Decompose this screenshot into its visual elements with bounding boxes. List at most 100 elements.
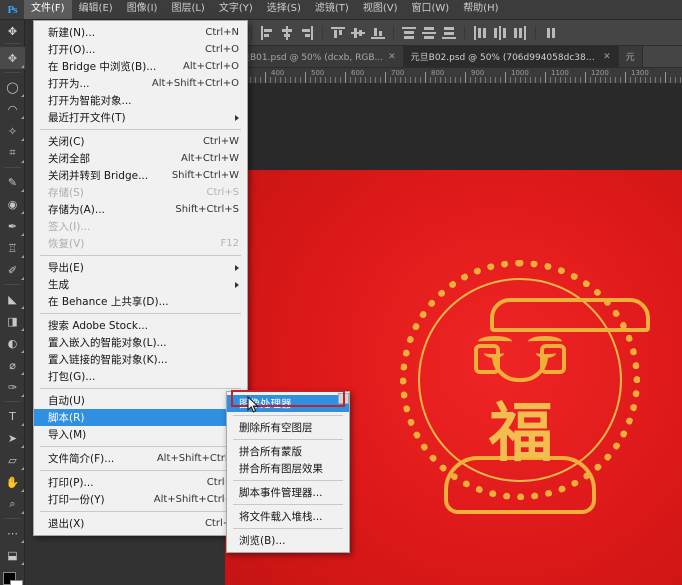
submenu-scroll-cap[interactable]: [338, 393, 349, 404]
file-menu-item[interactable]: 导入(M): [34, 426, 247, 443]
script-submenu-item[interactable]: 浏览(B)...: [227, 532, 349, 549]
file-menu-item[interactable]: 脚本(R): [34, 409, 247, 426]
script-submenu-item[interactable]: 拼合所有蒙版: [227, 443, 349, 460]
file-menu-item[interactable]: 置入嵌入的智能对象(L)...: [34, 334, 247, 351]
brush-tool[interactable]: ✒: [0, 215, 25, 237]
align-left-edges-icon[interactable]: [260, 26, 274, 40]
align-top-edges-icon[interactable]: [331, 26, 345, 40]
crop-tool[interactable]: ⌗: [0, 142, 25, 164]
file-menu-item[interactable]: 置入链接的智能对象(K)...: [34, 351, 247, 368]
align-vertical-centers-icon[interactable]: [351, 26, 365, 40]
path-selection-tool[interactable]: ➤: [0, 427, 25, 449]
file-menu-item[interactable]: 打包(G)...: [34, 368, 247, 385]
file-menu-item[interactable]: 新建(N)...Ctrl+N: [34, 24, 247, 41]
ruler-tick: [290, 77, 291, 83]
file-menu-item[interactable]: 在 Behance 上共享(D)...: [34, 293, 247, 310]
distribute-vertical-centers-icon[interactable]: [422, 26, 436, 40]
file-menu-item[interactable]: 退出(X)Ctrl+Q: [34, 515, 247, 532]
hand-tool[interactable]: ✋: [0, 471, 25, 493]
file-menu-item[interactable]: 打印(P)...Ctrl+P: [34, 474, 247, 491]
file-menu-item[interactable]: 文件简介(F)...Alt+Shift+Ctrl+I: [34, 450, 247, 467]
file-menu-item[interactable]: 生成: [34, 276, 247, 293]
file-menu-item[interactable]: 在 Bridge 中浏览(B)...Alt+Ctrl+O: [34, 58, 247, 75]
edit-toolbar[interactable]: ⬓: [0, 544, 25, 566]
gradient-tool[interactable]: ◨: [0, 310, 25, 332]
script-submenu-item[interactable]: 脚本事件管理器...: [227, 484, 349, 501]
file-menu-item[interactable]: 关闭全部Alt+Ctrl+W: [34, 150, 247, 167]
file-menu-item[interactable]: 打印一份(Y)Alt+Shift+Ctrl+P: [34, 491, 247, 508]
document-tab[interactable]: 元旦B02.psd @ 50% (706d994058dc38d3a9d872.…: [404, 46, 619, 67]
align-bottom-edges-icon[interactable]: [371, 26, 385, 40]
move-tool[interactable]: ✥: [0, 47, 25, 69]
menu-item-2[interactable]: 图像(I): [120, 0, 165, 19]
ruler-tick: [445, 77, 446, 83]
document-tab[interactable]: 元: [619, 46, 643, 67]
quick-selection-tool[interactable]: ✧: [0, 120, 25, 142]
document-tab-bar: 元旦B01.psd @ 50% (dcxb, RGB...✕元旦B02.psd …: [225, 46, 682, 68]
clone-stamp-tool[interactable]: ♖: [0, 237, 25, 259]
ruler-tick: [295, 77, 296, 83]
more-tools[interactable]: ⋯: [0, 522, 25, 544]
distribute-bottom-icon[interactable]: [442, 26, 456, 40]
file-menu-item[interactable]: 打开为...Alt+Shift+Ctrl+O: [34, 75, 247, 92]
file-menu-item[interactable]: 关闭并转到 Bridge...Shift+Ctrl+W: [34, 167, 247, 184]
color-swatches[interactable]: [0, 570, 25, 585]
ruler-tick: [495, 77, 496, 83]
shape-tool[interactable]: ▱: [0, 449, 25, 471]
lasso-tool[interactable]: ◠: [0, 98, 25, 120]
align-horizontal-centers-icon[interactable]: [280, 26, 294, 40]
background-color-swatch[interactable]: [10, 580, 23, 585]
artwork-hat: [490, 298, 650, 332]
file-menu-item[interactable]: 自动(U): [34, 392, 247, 409]
distribute-left-icon[interactable]: [473, 26, 487, 40]
dodge-tool[interactable]: ⌀: [0, 354, 25, 376]
distribute-horizontal-centers-icon[interactable]: [493, 26, 507, 40]
script-submenu-item[interactable]: 删除所有空图层: [227, 419, 349, 436]
menu-item-3[interactable]: 图层(L): [164, 0, 211, 19]
menu-item-6[interactable]: 滤镜(T): [308, 0, 356, 19]
menu-item-7[interactable]: 视图(V): [356, 0, 405, 19]
history-brush-tool[interactable]: ✐: [0, 259, 25, 281]
file-menu-item[interactable]: 存储为(A)...Shift+Ctrl+S: [34, 201, 247, 218]
tab-close-icon[interactable]: ✕: [603, 52, 611, 62]
blur-tool[interactable]: ◐: [0, 332, 25, 354]
horizontal-ruler[interactable]: 2004005006007008009001000110012001300: [225, 68, 682, 84]
menu-item-0[interactable]: 文件(F): [24, 0, 72, 19]
file-menu-item[interactable]: 打开为智能对象...: [34, 92, 247, 109]
ruler-tick: [475, 77, 476, 83]
menu-item-8[interactable]: 窗口(W): [404, 0, 456, 19]
tool-expand-corner: [21, 489, 24, 492]
menu-separator: [40, 470, 241, 471]
eyedropper-tool[interactable]: ✎: [0, 171, 25, 193]
tab-close-icon[interactable]: ✕: [388, 52, 396, 62]
type-tool[interactable]: T: [0, 405, 25, 427]
menu-item-5[interactable]: 选择(S): [260, 0, 308, 19]
document-tab[interactable]: 元旦B01.psd @ 50% (dcxb, RGB...✕: [225, 46, 404, 67]
file-menu-item[interactable]: 关闭(C)Ctrl+W: [34, 133, 247, 150]
healing-brush-tool[interactable]: ◉: [0, 193, 25, 215]
menu-item-1[interactable]: 编辑(E): [72, 0, 120, 19]
pen-tool[interactable]: ✑: [0, 376, 25, 398]
marquee-tool[interactable]: ◯: [0, 76, 25, 98]
tool-expand-corner: [21, 445, 24, 448]
file-menu-item[interactable]: 导出(E): [34, 259, 247, 276]
file-menu-item[interactable]: 打开(O)...Ctrl+O: [34, 41, 247, 58]
eraser-tool[interactable]: ◣: [0, 288, 25, 310]
file-menu-item[interactable]: 最近打开文件(T): [34, 109, 247, 126]
options-divider-4: [464, 26, 465, 40]
ruler-tick: [665, 72, 666, 83]
zoom-tool[interactable]: ⌕: [0, 493, 25, 515]
tool-move-top[interactable]: ✥: [0, 22, 25, 40]
toolbar-divider: [4, 43, 21, 44]
align-right-edges-icon[interactable]: [300, 26, 314, 40]
script-submenu-item[interactable]: 拼合所有图层效果: [227, 460, 349, 477]
distribute-top-icon[interactable]: [402, 26, 416, 40]
menu-item-9[interactable]: 帮助(H): [456, 0, 505, 19]
distribute-right-icon[interactable]: [513, 26, 527, 40]
script-submenu-item[interactable]: 图像处理器...: [227, 395, 349, 412]
file-menu-item[interactable]: 搜索 Adobe Stock...: [34, 317, 247, 334]
menu-item-4[interactable]: 文字(Y): [212, 0, 260, 19]
file-menu-item-label: 关闭全部: [48, 151, 90, 166]
align-options-menu-icon[interactable]: [544, 26, 558, 40]
script-submenu-item[interactable]: 将文件载入堆栈...: [227, 508, 349, 525]
